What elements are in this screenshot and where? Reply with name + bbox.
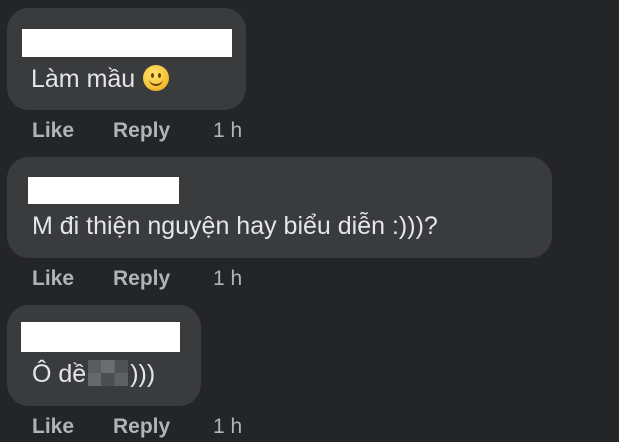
comment-actions-2: Like Reply 1 h [32,265,242,293]
like-button[interactable]: Like [32,119,113,143]
comment-actions-3: Like Reply 1 h [32,413,242,441]
comment-bubble-2: M đi thiện nguyện hay biểu diễn :)))? [7,157,552,258]
redacted-author-name [22,29,232,57]
comment-text: Ô dề))) [32,360,156,388]
redacted-author-name [28,177,179,204]
comment-timestamp[interactable]: 1 h [213,415,242,439]
reply-button[interactable]: Reply [113,267,213,291]
like-button[interactable]: Like [32,415,113,439]
comment-actions-1: Like Reply 1 h [32,117,242,145]
reply-button[interactable]: Reply [113,119,213,143]
comment-text: M đi thiện nguyện hay biểu diễn :)))? [32,212,438,240]
comment-timestamp[interactable]: 1 h [213,267,242,291]
like-button[interactable]: Like [32,267,113,291]
smiley-face-icon [143,65,170,91]
redacted-author-name [21,322,180,352]
comment-bubble-1: Làm mầu [7,8,246,110]
pixelated-censor-block [88,360,129,386]
comment-text: Làm mầu [31,64,170,94]
comment-timestamp[interactable]: 1 h [213,119,242,143]
comment-bubble-3: Ô dề))) [7,305,201,406]
reply-button[interactable]: Reply [113,415,213,439]
